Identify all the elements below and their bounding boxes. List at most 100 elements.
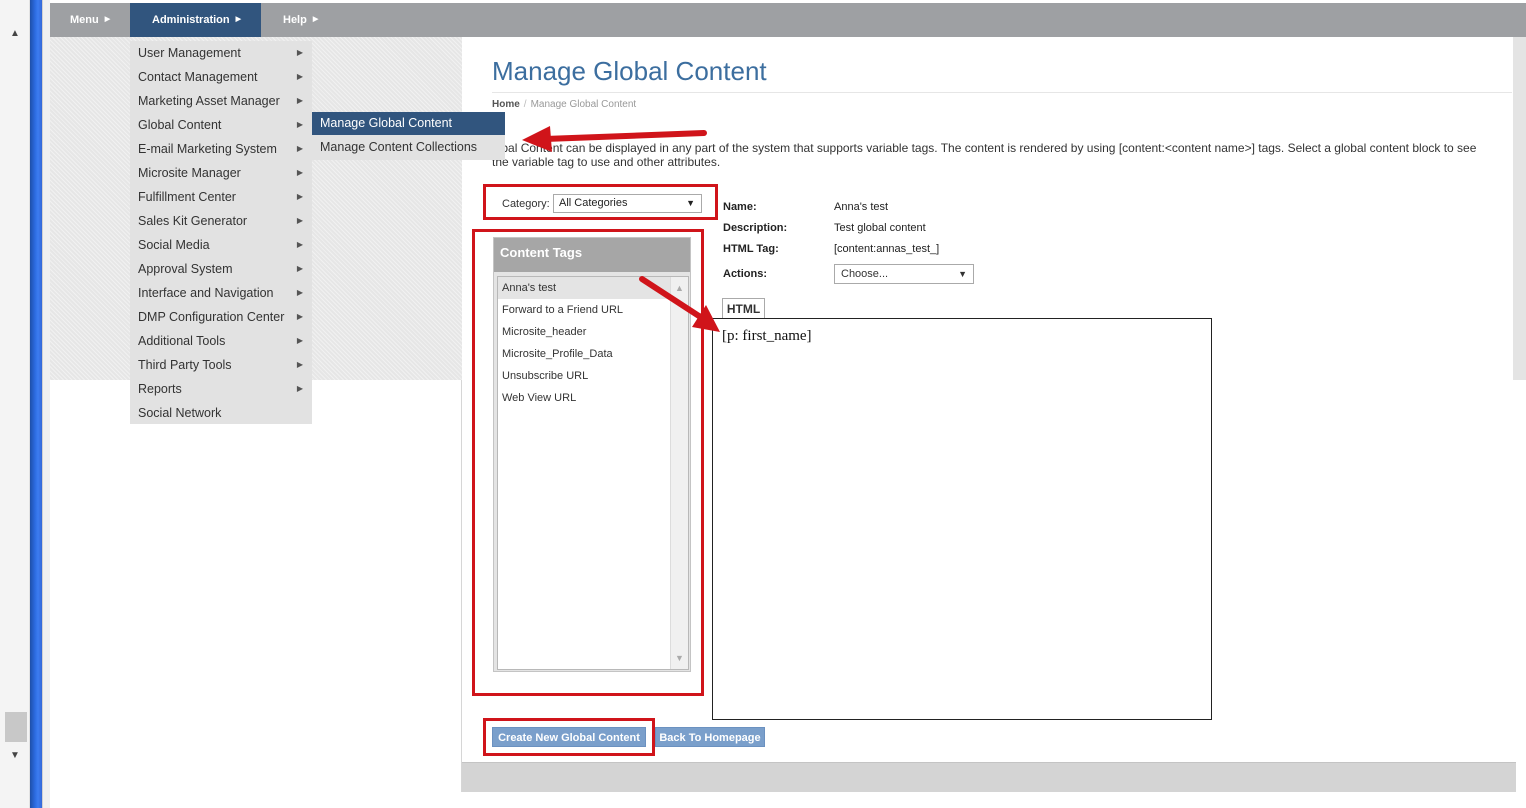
description-label: Description: <box>723 222 788 234</box>
submenu-arrow-icon: ▶ <box>296 264 303 273</box>
list-item[interactable]: Microsite_header <box>498 321 670 343</box>
scroll-up-icon[interactable]: ▲ <box>10 28 20 39</box>
scroll-up-icon[interactable]: ▲ <box>675 283 684 293</box>
admin-menu-item-label: E-mail Marketing System <box>138 142 277 156</box>
admin-menu-item-label: Approval System <box>138 262 233 276</box>
admin-menu-item[interactable]: Global Content ▶ <box>138 115 308 135</box>
admin-menu-item[interactable]: Marketing Asset Manager ▶ <box>138 91 308 111</box>
admin-menu-item-label: Reports <box>138 382 182 396</box>
submenu-item-manage-content-collections[interactable]: Manage Content Collections <box>320 137 477 157</box>
editor-content: [p: first_name] <box>722 328 812 344</box>
global-content-submenu: Manage Global Content Manage Content Col… <box>312 112 505 160</box>
submenu-item-manage-global-content[interactable]: Manage Global Content <box>312 112 505 135</box>
footer-band <box>462 762 1516 792</box>
create-global-content-button[interactable]: Create New Global Content <box>492 727 646 747</box>
admin-menu-item[interactable]: Third Party Tools ▶ <box>138 355 308 375</box>
chevron-right-icon: ▶ <box>312 16 319 24</box>
top-menu-administration-label: Administration <box>152 14 230 26</box>
admin-menu-item[interactable]: Social Network <box>138 403 308 423</box>
top-menu-help-label: Help <box>283 14 307 26</box>
breadcrumb-current: Manage Global Content <box>530 99 637 110</box>
intro-text: lobal Content can be displayed in any pa… <box>492 141 1477 169</box>
top-menu-help[interactable]: Help ▶ <box>283 3 318 37</box>
list-item[interactable]: Forward to a Friend URL <box>498 299 670 321</box>
admin-menu-item-label: Interface and Navigation <box>138 286 274 300</box>
admin-menu-item[interactable]: DMP Configuration Center ▶ <box>138 307 308 327</box>
html-tag-label: HTML Tag: <box>723 243 779 255</box>
submenu-arrow-icon: ▶ <box>296 96 303 105</box>
admin-menu-item[interactable]: Sales Kit Generator ▶ <box>138 211 308 231</box>
admin-menu-item[interactable]: Microsite Manager ▶ <box>138 163 308 183</box>
submenu-arrow-icon: ▶ <box>296 168 303 177</box>
content-tags-panel: Content Tags Anna's test Forward to a Fr… <box>493 237 691 672</box>
submenu-arrow-icon: ▶ <box>296 216 303 225</box>
admin-menu-item[interactable]: Contact Management ▶ <box>138 67 308 87</box>
admin-menu-item-label: Microsite Manager <box>138 166 241 180</box>
dropdown-caret-icon: ▼ <box>686 198 695 208</box>
admin-menu-item[interactable]: Interface and Navigation ▶ <box>138 283 308 303</box>
back-to-homepage-button[interactable]: Back To Homepage <box>655 727 765 747</box>
page-scrollbar[interactable]: ▲ ▼ <box>0 0 30 808</box>
name-label: Name: <box>723 201 757 213</box>
admin-menu-item-label: Global Content <box>138 118 222 132</box>
admin-menu-item[interactable]: Additional Tools ▶ <box>138 331 308 351</box>
list-item[interactable]: Web View URL <box>498 387 670 409</box>
window-edge <box>30 0 50 808</box>
admin-menu-item[interactable]: User Management ▶ <box>138 43 308 63</box>
submenu-arrow-icon: ▶ <box>296 336 303 345</box>
page-title: Manage Global Content <box>492 56 767 86</box>
title-divider <box>492 92 1512 93</box>
scrollbar-thumb[interactable] <box>5 712 27 742</box>
content-border <box>461 380 462 792</box>
submenu-arrow-icon: ▶ <box>296 288 303 297</box>
scroll-down-icon[interactable]: ▼ <box>675 653 684 663</box>
admin-menu-item-label: Marketing Asset Manager <box>138 94 280 108</box>
admin-menu-item-label: Third Party Tools <box>138 358 232 372</box>
admin-menu-item-label: User Management <box>138 46 241 60</box>
breadcrumb: Home / Manage Global Content <box>492 99 636 110</box>
content-tags-scrollbar[interactable]: ▲ ▼ <box>670 277 688 669</box>
top-menu-bar: Menu ▶ Administration ▶ Help ▶ <box>50 3 1526 37</box>
content-tags-header: Content Tags <box>494 238 690 272</box>
admin-menu-item[interactable]: Approval System ▶ <box>138 259 308 279</box>
submenu-arrow-icon: ▶ <box>296 120 303 129</box>
tab-html[interactable]: HTML <box>722 298 765 320</box>
admin-menu-item[interactable]: E-mail Marketing System ▶ <box>138 139 308 159</box>
scroll-down-icon[interactable]: ▼ <box>10 750 20 761</box>
admin-menu-item-label: DMP Configuration Center <box>138 310 285 324</box>
admin-menu-item-label: Social Media <box>138 238 210 252</box>
submenu-arrow-icon: ▶ <box>296 312 303 321</box>
dropdown-caret-icon: ▼ <box>958 269 967 279</box>
submenu-arrow-icon: ▶ <box>296 360 303 369</box>
administration-dropdown: User Management ▶ Contact Management ▶ Marke… <box>130 41 312 424</box>
category-label: Category: <box>502 198 550 210</box>
actions-select[interactable]: Choose... ▼ <box>834 264 974 284</box>
right-edge <box>1513 37 1526 380</box>
admin-menu-item-label: Fulfillment Center <box>138 190 236 204</box>
list-item[interactable]: Anna's test <box>498 277 670 299</box>
top-menu-administration[interactable]: Administration ▶ <box>130 3 261 37</box>
list-item[interactable]: Unsubscribe URL <box>498 365 670 387</box>
admin-menu-item[interactable]: Reports ▶ <box>138 379 308 399</box>
submenu-arrow-icon: ▶ <box>296 72 303 81</box>
create-button-highlight: Create New Global Content <box>483 718 655 756</box>
category-select[interactable]: All Categories ▼ <box>553 194 702 213</box>
name-value: Anna's test <box>834 201 889 213</box>
category-select-value: All Categories <box>559 197 628 209</box>
submenu-arrow-icon: ▶ <box>296 192 303 201</box>
list-item[interactable]: Microsite_Profile_Data <box>498 343 670 365</box>
top-menu-menu[interactable]: Menu ▶ <box>70 3 110 37</box>
breadcrumb-home-link[interactable]: Home <box>492 99 520 110</box>
submenu-arrow-icon: ▶ <box>296 240 303 249</box>
content-tags-list[interactable]: Anna's test Forward to a Friend URL Micr… <box>497 276 689 670</box>
admin-menu-item-label: Contact Management <box>138 70 258 84</box>
admin-menu-item[interactable]: Social Media ▶ <box>138 235 308 255</box>
admin-menu-item-label: Sales Kit Generator <box>138 214 248 228</box>
admin-menu-item[interactable]: Fulfillment Center ▶ <box>138 187 308 207</box>
submenu-arrow-icon: ▶ <box>296 384 303 393</box>
actions-label: Actions: <box>723 268 767 280</box>
html-tag-value: [content:annas_test_] <box>834 243 940 255</box>
chevron-right-icon: ▶ <box>104 16 111 24</box>
html-editor[interactable]: [p: first_name] <box>712 318 1212 720</box>
description-value: Test global content <box>834 222 926 234</box>
